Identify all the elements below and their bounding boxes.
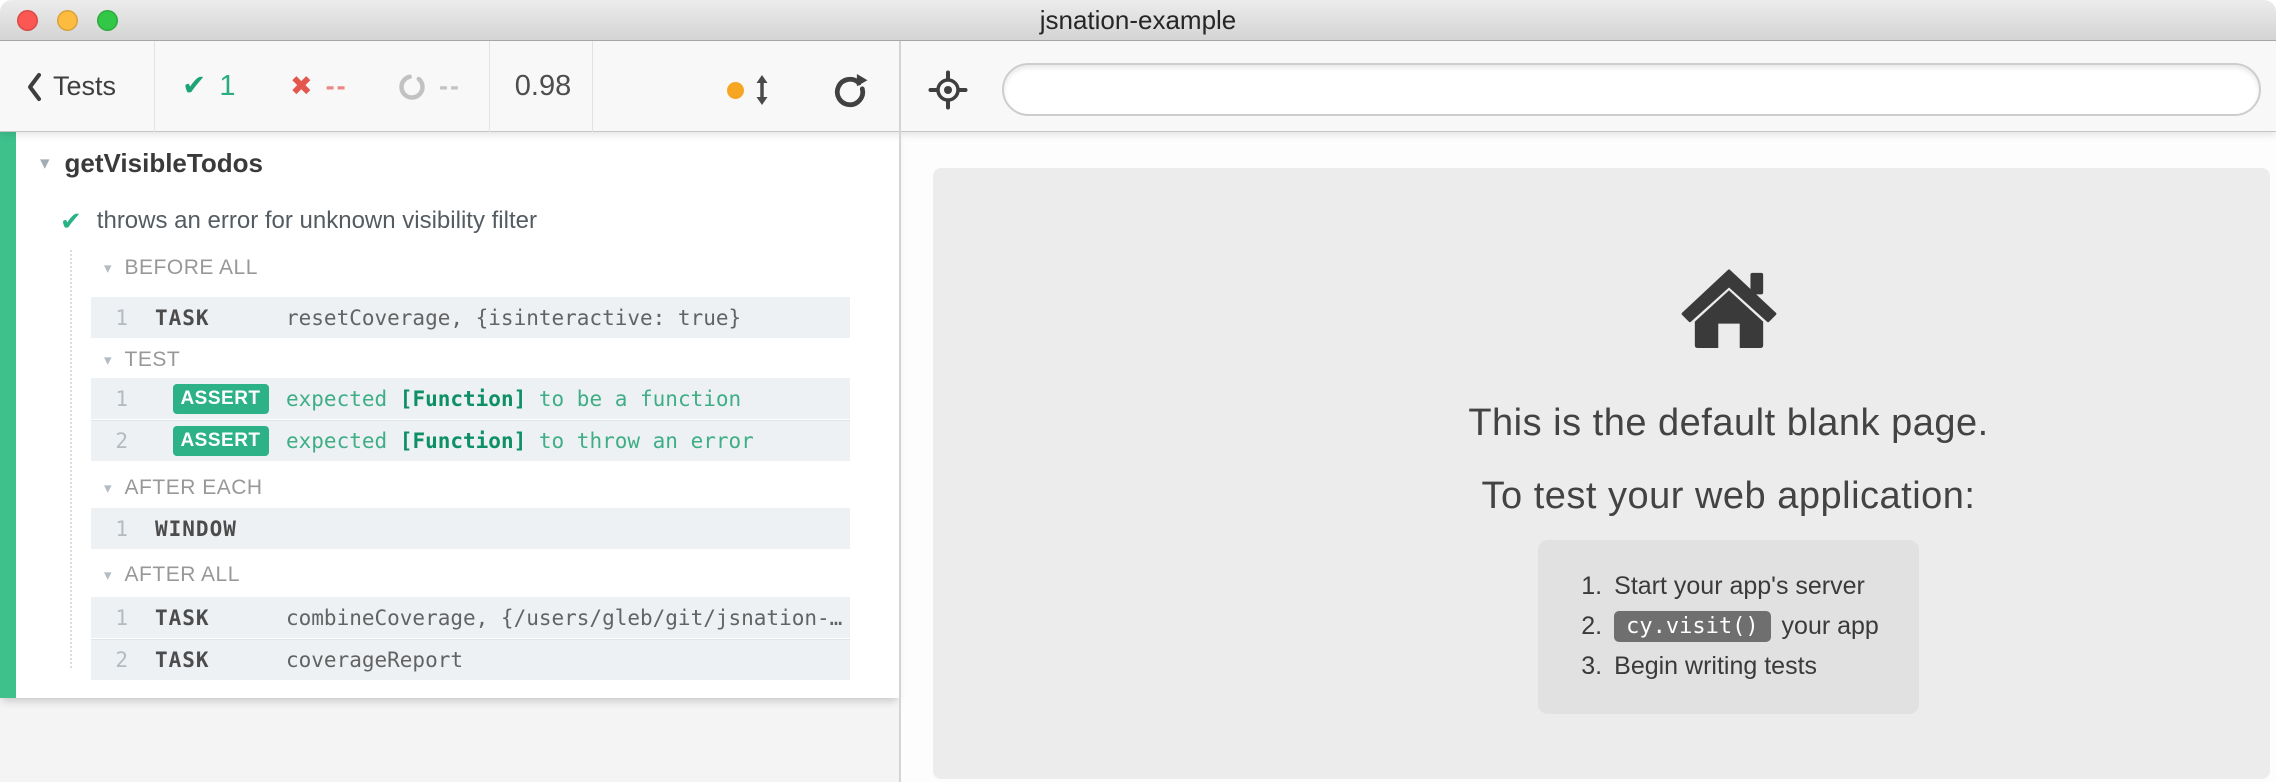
back-chevron-icon: [26, 72, 42, 102]
instruction-step: 2. cy.visit() your app: [1568, 606, 1879, 646]
command-message: combineCoverage, {/users/gleb/git/jsnati…: [286, 606, 850, 630]
hook-header-test[interactable]: ▾ TEST: [104, 346, 180, 374]
viewport-indicator-dot: [727, 82, 744, 99]
command-method: WINDOW: [155, 517, 286, 541]
instruction-step: 3. Begin writing tests: [1568, 646, 1879, 686]
command-number: 1: [91, 387, 128, 411]
hook-label: BEFORE ALL: [125, 256, 258, 280]
assert-message: expected [Function] to throw an error: [286, 429, 850, 453]
chevron-down-icon: ▾: [104, 353, 112, 368]
step-number: 3.: [1568, 652, 1602, 681]
pending-circle-icon: [398, 73, 426, 101]
hook-header-after-all[interactable]: ▾ AFTER ALL: [104, 561, 240, 589]
command-row[interactable]: 2 TASK coverageReport: [91, 639, 850, 680]
chevron-down-icon: ▾: [104, 261, 112, 276]
command-number: 1: [91, 517, 128, 541]
hook-header-after-each[interactable]: ▾ AFTER EACH: [104, 474, 263, 502]
chevron-down-icon: ▾: [104, 481, 112, 496]
back-to-tests-button[interactable]: Tests: [26, 41, 116, 132]
step-text: Start your app's server: [1614, 572, 1865, 601]
command-message: resetCoverage, {isinteractive: true}: [286, 306, 850, 330]
duration-badge: 0.98: [497, 41, 589, 132]
home-icon: [1680, 267, 1778, 349]
toolbar-separator: [489, 41, 490, 132]
command-number: 2: [91, 429, 128, 453]
assert-message: expected [Function] to be a function: [286, 387, 850, 411]
instructions-box: 1. Start your app's server 2. cy.visit()…: [1538, 540, 1919, 714]
command-method: TASK: [155, 606, 286, 630]
suite-row[interactable]: ▾ getVisibleTodos: [40, 146, 263, 180]
chevron-down-icon[interactable]: ▾: [40, 154, 50, 173]
x-icon: ✖: [290, 73, 313, 100]
code-chip: cy.visit(): [1614, 611, 1770, 642]
command-method: TASK: [155, 306, 286, 330]
blank-page-title: This is the default blank page.: [1187, 400, 2270, 446]
command-method: TASK: [155, 648, 286, 672]
step-text: your app: [1775, 612, 1879, 641]
pending-stat: --: [398, 41, 461, 132]
assert-badge: ASSERT: [155, 426, 286, 456]
step-number: 2.: [1568, 612, 1602, 641]
command-row[interactable]: 1 TASK resetCoverage, {isinteractive: tr…: [91, 297, 850, 338]
default-blank-page: This is the default blank page. To test …: [1187, 168, 2270, 714]
hook-label: AFTER EACH: [125, 476, 263, 500]
step-text: Begin writing tests: [1614, 652, 1817, 681]
passed-stat: ✔ 1: [182, 41, 235, 132]
pending-count: --: [439, 71, 461, 102]
instruction-step: 1. Start your app's server: [1568, 566, 1879, 606]
suite-title: getVisibleTodos: [65, 148, 263, 179]
chevron-down-icon: ▾: [104, 568, 112, 583]
indent-guide-line: [70, 250, 72, 668]
blank-page-subtitle: To test your web application:: [1187, 473, 2270, 519]
check-icon: ✔: [182, 72, 206, 101]
command-number: 1: [91, 306, 128, 330]
aut-iframe-area: This is the default blank page. To test …: [933, 168, 2270, 779]
crosshair-icon: [928, 70, 968, 110]
toolbar-separator: [154, 41, 155, 132]
failed-stat: ✖ --: [290, 41, 348, 132]
back-label: Tests: [53, 71, 116, 102]
hook-header-before-all[interactable]: ▾ BEFORE ALL: [104, 254, 258, 282]
viewport-scale-arrows-icon: [754, 74, 770, 106]
test-row[interactable]: ✔ throws an error for unknown visibility…: [60, 204, 537, 238]
toolbar-separator: [592, 41, 593, 132]
app-window: jsnation-example Tests ✔ 1 ✖ -- -- 0.98: [0, 0, 2276, 782]
command-row[interactable]: 1 TASK combineCoverage, {/users/gleb/git…: [91, 597, 850, 638]
hook-label: AFTER ALL: [125, 563, 240, 587]
command-row[interactable]: 1 ASSERT expected [Function] to be a fun…: [91, 378, 850, 419]
command-number: 1: [91, 606, 128, 630]
refresh-icon: [832, 73, 868, 109]
titlebar: jsnation-example: [0, 0, 2276, 41]
hook-label: TEST: [125, 348, 181, 372]
command-message: coverageReport: [286, 648, 850, 672]
command-row[interactable]: 1 WINDOW: [91, 508, 850, 549]
test-title: throws an error for unknown visibility f…: [97, 207, 537, 235]
refresh-button[interactable]: [832, 73, 868, 109]
step-number: 1.: [1568, 572, 1602, 601]
failed-count: --: [326, 71, 348, 102]
window-title: jsnation-example: [0, 0, 2276, 41]
url-input[interactable]: [1002, 63, 2261, 116]
pass-indicator-bar: [0, 132, 16, 698]
command-number: 2: [91, 648, 128, 672]
command-row[interactable]: 2 ASSERT expected [Function] to throw an…: [91, 420, 850, 461]
assert-badge: ASSERT: [155, 384, 286, 414]
passed-count: 1: [219, 70, 235, 103]
selector-playground-button[interactable]: [928, 70, 968, 110]
test-passed-check-icon: ✔: [60, 208, 82, 234]
panel-divider: [899, 41, 901, 782]
